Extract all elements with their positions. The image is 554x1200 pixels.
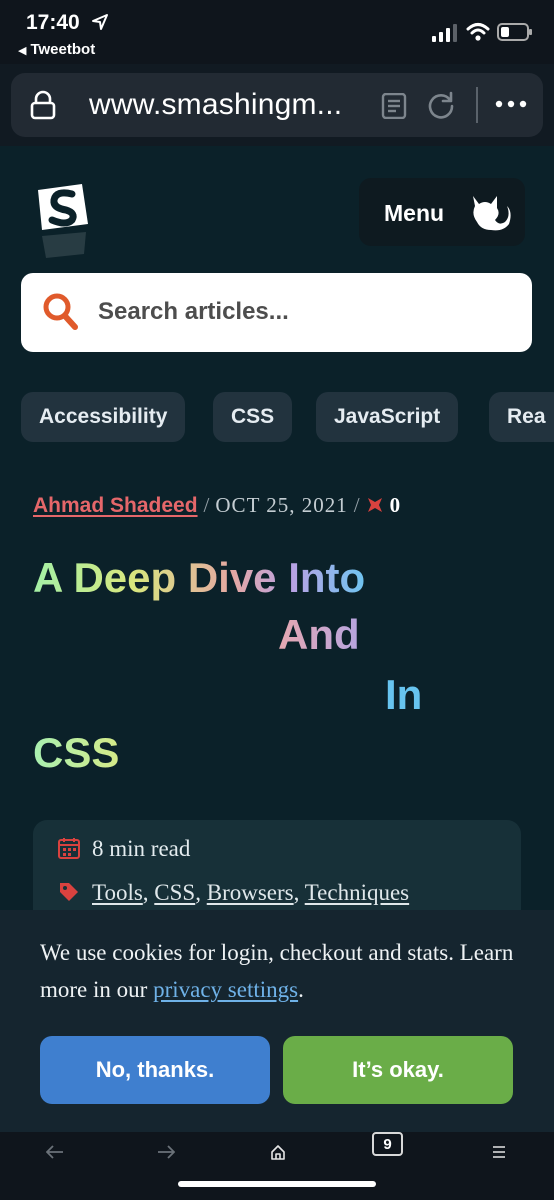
category-link-tools[interactable]: Tools	[92, 880, 143, 905]
forward-button[interactable]	[151, 1132, 181, 1172]
back-arrow-icon	[46, 1145, 63, 1159]
cookie-banner: We use cookies for login, checkout and s…	[0, 910, 554, 1132]
meta-separator: /	[203, 493, 210, 517]
cookie-period: .	[298, 977, 304, 1002]
more-icon[interactable]	[495, 99, 527, 109]
tag-javascript[interactable]: JavaScript	[316, 392, 459, 442]
back-app-label: Tweetbot	[30, 41, 96, 58]
accept-cookies-button[interactable]: It’s okay.	[283, 1036, 513, 1104]
article-meta: Ahmad Shadeed / OCT 25, 2021/0	[33, 493, 400, 518]
read-time-row: 8 min read	[58, 836, 190, 862]
article-title: A Deep Dive Into And In CSS	[33, 554, 533, 784]
location-arrow-icon	[92, 14, 108, 30]
title-part-3: In	[385, 671, 423, 718]
back-button[interactable]	[40, 1132, 70, 1172]
category-link-css[interactable]: CSS	[154, 880, 195, 905]
browser-toolbar: 9	[0, 1132, 554, 1200]
search-input[interactable]: Search articles...	[98, 298, 289, 326]
author-link[interactable]: Ahmad Shadeed	[33, 494, 198, 517]
forward-arrow-icon	[158, 1145, 175, 1159]
back-triangle-icon: ◀	[18, 45, 27, 57]
status-time: 17:40	[26, 11, 80, 34]
home-indicator	[178, 1181, 376, 1187]
menu-label: Menu	[384, 200, 445, 226]
search-icon	[43, 293, 78, 330]
meta-separator: /	[353, 493, 360, 517]
publish-date: OCT 25, 2021	[215, 493, 348, 517]
signal-icon	[432, 24, 457, 42]
title-part-2: And	[278, 611, 360, 658]
reader-icon[interactable]	[381, 93, 407, 119]
tag-accessibility[interactable]: Accessibility	[21, 392, 186, 442]
comment-count[interactable]: 0	[390, 493, 401, 517]
categories-row: Tools, CSS, Browsers, Techniques	[58, 880, 409, 906]
menu-button[interactable]: Menu	[359, 178, 525, 246]
tag-css[interactable]: CSS	[213, 392, 293, 442]
decline-cookies-button[interactable]: No, thanks.	[40, 1036, 270, 1104]
search-box[interactable]: Search articles...	[21, 273, 532, 352]
title-part-4: CSS	[33, 729, 120, 776]
back-to-app-link[interactable]: ◀ Tweetbot	[18, 41, 95, 58]
url-text[interactable]: www.smashingm...	[89, 88, 342, 122]
tag-icon	[60, 883, 78, 901]
address-bar[interactable]: www.smashingm...	[11, 73, 543, 137]
category-link-techniques[interactable]: Techniques	[305, 880, 409, 905]
topic-tags: Accessibility CSS JavaScript Rea	[21, 392, 554, 442]
read-time: 8 min read	[92, 836, 191, 861]
title-part-1: A Deep Dive Into	[33, 554, 366, 601]
lock-icon	[30, 90, 56, 120]
cookie-message: We use cookies for login, checkout and s…	[40, 934, 520, 1008]
wifi-icon	[466, 23, 490, 41]
home-icon	[271, 1145, 285, 1160]
battery-icon	[497, 23, 532, 41]
smashing-logo[interactable]	[32, 180, 90, 264]
calendar-icon	[58, 838, 80, 859]
tabs-button[interactable]: 9	[372, 1132, 403, 1156]
comments-icon[interactable]	[366, 496, 384, 514]
cat-mascot-icon	[473, 196, 511, 231]
reload-icon[interactable]	[427, 91, 455, 119]
tag-react[interactable]: Rea	[489, 392, 554, 442]
toolbar-divider	[476, 87, 478, 123]
hamburger-icon	[493, 1146, 505, 1158]
home-button[interactable]	[263, 1132, 293, 1172]
browser-menu-button[interactable]	[484, 1132, 514, 1172]
status-bar: 17:40 ◀ Tweetbot	[0, 0, 554, 64]
category-link-browsers[interactable]: Browsers	[207, 880, 294, 905]
privacy-settings-link[interactable]: privacy settings	[153, 977, 298, 1002]
